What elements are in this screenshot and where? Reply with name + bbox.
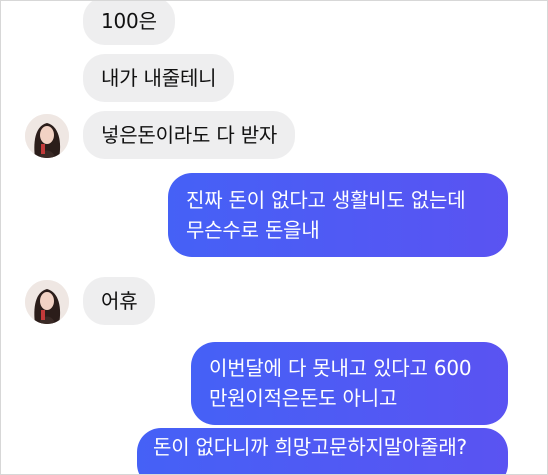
contact-avatar[interactable] [25, 280, 69, 324]
incoming-message-bubble[interactable]: 내가 내줄테니 [83, 54, 235, 102]
incoming-message-bubble[interactable]: 100은 [83, 1, 175, 45]
incoming-message-bubble[interactable]: 어휴 [83, 277, 156, 325]
incoming-message-bubble[interactable]: 넣은돈이라도 다 받자 [83, 111, 296, 159]
message-text-line: 무슨수로 돈을내 [186, 218, 320, 242]
message-text-line: 이번달에 다 못내고 있다고 600 [209, 356, 472, 380]
outgoing-message-bubble[interactable]: 돈이 없다니까 희망고문하지말아줄래? [137, 428, 508, 474]
message-text: 내가 내줄테니 [101, 66, 217, 90]
message-text-line: 진짜 돈이 없다고 생활비도 없는데 [186, 188, 466, 212]
avatar-photo-icon [25, 280, 69, 324]
message-text: 넣은돈이라도 다 받자 [101, 123, 278, 147]
message-text: 100은 [101, 9, 157, 33]
outgoing-message-bubble[interactable]: 이번달에 다 못내고 있다고 600 만원이적은돈도 아니고 [191, 342, 508, 425]
contact-avatar[interactable] [25, 114, 69, 158]
outgoing-message-bubble[interactable]: 진짜 돈이 없다고 생활비도 없는데 무슨수로 돈을내 [168, 173, 508, 257]
message-text: 어휴 [101, 289, 138, 313]
avatar-photo-icon [25, 114, 69, 158]
chat-thread: 100은 내가 내줄테니 넣은돈이라도 다 받자 진짜 돈이 없다고 생활비도 … [0, 0, 548, 475]
message-text-line: 만원이적은돈도 아니고 [209, 386, 398, 410]
message-text: 돈이 없다니까 희망고문하지말아줄래? [153, 435, 467, 459]
